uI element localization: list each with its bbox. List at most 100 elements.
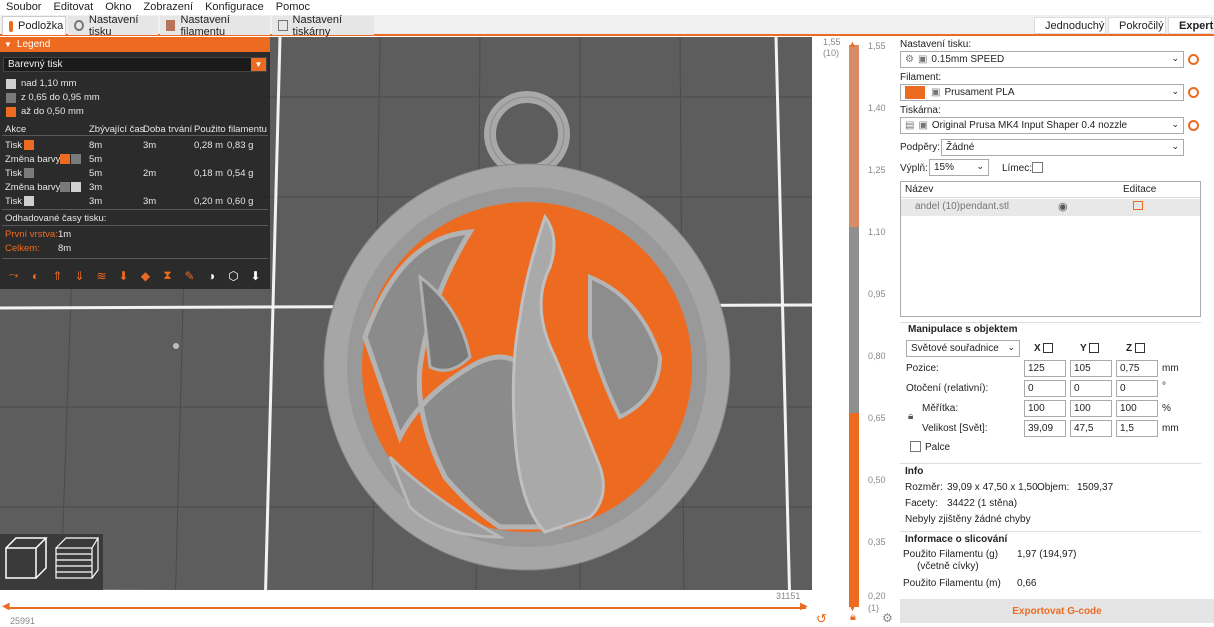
used-filament-g-sublabel: (včetně cívky) [917,561,979,572]
size-z-input[interactable]: 1,5 [1116,420,1158,437]
filament-combo[interactable]: ▣ Prusament PLA ⌄ [900,84,1184,101]
tab-print-settings[interactable]: Nastavení tisku [68,13,158,38]
color-change-icon[interactable]: ◆ [136,266,155,285]
inches-label: Palce [925,442,951,453]
chevron-down-icon: ⌄ [1171,141,1179,151]
chevron-down-icon: ⌄ [1171,119,1179,129]
tab-printer-settings[interactable]: Nastavení tiskárny [272,14,374,38]
shells-icon[interactable]: ⬡ [224,266,243,285]
supports-value: Žádné [946,142,975,153]
retractions-icon[interactable]: ⇑ [48,266,67,285]
z-axis-label: Z [1126,343,1133,354]
errors-text: Nebyly zjištěny žádné chyby [905,514,1031,525]
right-arrow-icon[interactable]: ▶ [800,601,808,612]
wipe-icon[interactable]: ◐ [26,266,45,285]
position-x-input[interactable]: 125 [1024,360,1066,377]
drop-to-bed-icon[interactable] [1043,343,1053,353]
collapse-triangle-icon: ▼ [4,40,12,49]
edit-printer-icon[interactable] [1188,120,1199,131]
deretractions-icon[interactable]: ⇓ [70,266,89,285]
object-row[interactable]: andel (10)pendant.stl ◉ [901,199,1200,216]
chevron-down-icon: ⌄ [976,161,984,171]
seams-icon[interactable]: ≋ [92,266,111,285]
mode-simple-label: Jednoduchý [1045,19,1105,32]
tab-filament-settings[interactable]: Nastavení filamentu [160,14,270,38]
row-weight: 0,54 g [227,168,254,179]
edit-print-settings-icon[interactable] [1188,54,1199,65]
drop-to-bed-icon[interactable] [1089,343,1099,353]
scale-y-input[interactable]: 100 [1070,400,1112,417]
uniform-scale-lock-icon[interactable]: 🔒︎ [908,411,913,422]
printer-combo[interactable]: ▤ ▣ Original Prusa MK4 Input Shaper 0.4 … [900,117,1184,134]
edit-object-icon[interactable] [1133,201,1143,210]
inches-checkbox[interactable] [910,441,921,452]
center-of-gravity-icon[interactable]: ◑ [202,266,221,285]
horizontal-slider-track [6,607,806,609]
coordinates-value: Světové souřadnice [911,343,999,354]
lock-icon: ▣ [917,54,928,65]
filament-color-swatch[interactable] [905,86,925,99]
print-settings-value: 0.15mm SPEED [931,54,1005,65]
eye-icon[interactable]: ◉ [1058,200,1068,213]
legend-range-label: z 0,65 do 0,95 mm [21,92,100,103]
manipulation-title: Manipulace s objektem [908,324,1018,335]
legend-range-item: až do 0,50 mm [6,106,84,117]
edit-filament-icon[interactable] [1188,87,1199,98]
view-type-combo[interactable]: Barevný tisk ▼ [3,57,267,72]
rotation-x-input[interactable]: 0 [1024,380,1066,397]
position-z-input[interactable]: 0,75 [1116,360,1158,377]
scale-x-input[interactable]: 100 [1024,400,1066,417]
rotation-y-input[interactable]: 0 [1070,380,1112,397]
chevron-down-icon: ⌄ [1007,342,1015,352]
tab-plater[interactable]: Podložka [2,16,66,35]
header-remaining: Zbývající čas [89,124,145,135]
preview-layers-icon[interactable] [55,537,100,579]
mode-advanced-label: Pokročilý [1119,19,1164,32]
export-gcode-button[interactable]: Exportovat G-code [900,599,1214,623]
view-icons [5,537,100,579]
custom-gcode-icon[interactable]: ✎ [180,266,199,285]
legend-title: Legend [16,39,51,50]
rotation-z-input[interactable]: 0 [1116,380,1158,397]
vertical-layer-slider[interactable]: 1,55 (10) ▲ ▼ 1,55 1,40 1,25 1,10 0,95 0… [812,37,898,626]
tool-marker-icon[interactable]: ⬇ [246,266,265,285]
scale-z-input[interactable]: 100 [1116,400,1158,417]
3d-view-icon[interactable] [5,537,48,579]
infill-combo[interactable]: 15% ⌄ [929,159,989,176]
position-y-input[interactable]: 105 [1070,360,1112,377]
sidebar: Nastavení tisku: ⚙ ▣ 0.15mm SPEED ⌄ Fila… [898,37,1214,625]
travel-icon[interactable]: ⤳ [4,266,23,285]
upper-thumb-icon[interactable]: ▲ [848,39,857,49]
size-y-input[interactable]: 47,5 [1070,420,1112,437]
supports-combo[interactable]: Žádné ⌄ [941,139,1184,156]
print-settings-label: Nastavení tisku: [900,39,972,50]
tool-change-icon[interactable]: ⬇ [114,266,133,285]
settings-cog-icon[interactable]: ⚙ [882,611,893,625]
tab-print-settings-label: Nastavení tisku [88,13,139,38]
vslider-tick: 1,40 [868,103,886,113]
print-settings-combo[interactable]: ⚙ ▣ 0.15mm SPEED ⌄ [900,51,1184,68]
size-x-input[interactable]: 39,09 [1024,420,1066,437]
pause-icon[interactable]: ⧗ [158,266,177,285]
vslider-tick: 0,35 [868,537,886,547]
color-swatch [6,92,16,103]
plater-icon [9,20,13,32]
row-length: 0,20 m [194,196,224,207]
lock-icon[interactable]: 🔒︎ [850,611,856,624]
row-action: Tisk [5,140,23,151]
horizontal-slider[interactable]: ◀ ▶ 25991 31151 [0,590,812,626]
object-manipulation-panel: Manipulace s objektem Světové souřadnice… [900,322,1201,460]
mode-simple-button[interactable]: Jednoduchý [1034,17,1106,34]
color-swatch [71,182,81,192]
legend-divider [2,258,268,259]
drop-to-bed-icon[interactable] [1135,343,1145,353]
color-swatch [60,154,70,164]
coordinates-combo[interactable]: Světové souřadnice ⌄ [906,340,1020,357]
mode-expert-button[interactable]: Expert [1168,17,1213,34]
legend-header[interactable]: ▼ Legend [0,37,270,52]
mode-advanced-button[interactable]: Pokročilý [1108,17,1166,34]
brim-checkbox[interactable] [1032,162,1043,173]
left-arrow-icon[interactable]: ◀ [2,601,10,612]
menu-file[interactable]: Soubor [0,0,47,15]
brim-label: Límec: [1002,163,1033,174]
